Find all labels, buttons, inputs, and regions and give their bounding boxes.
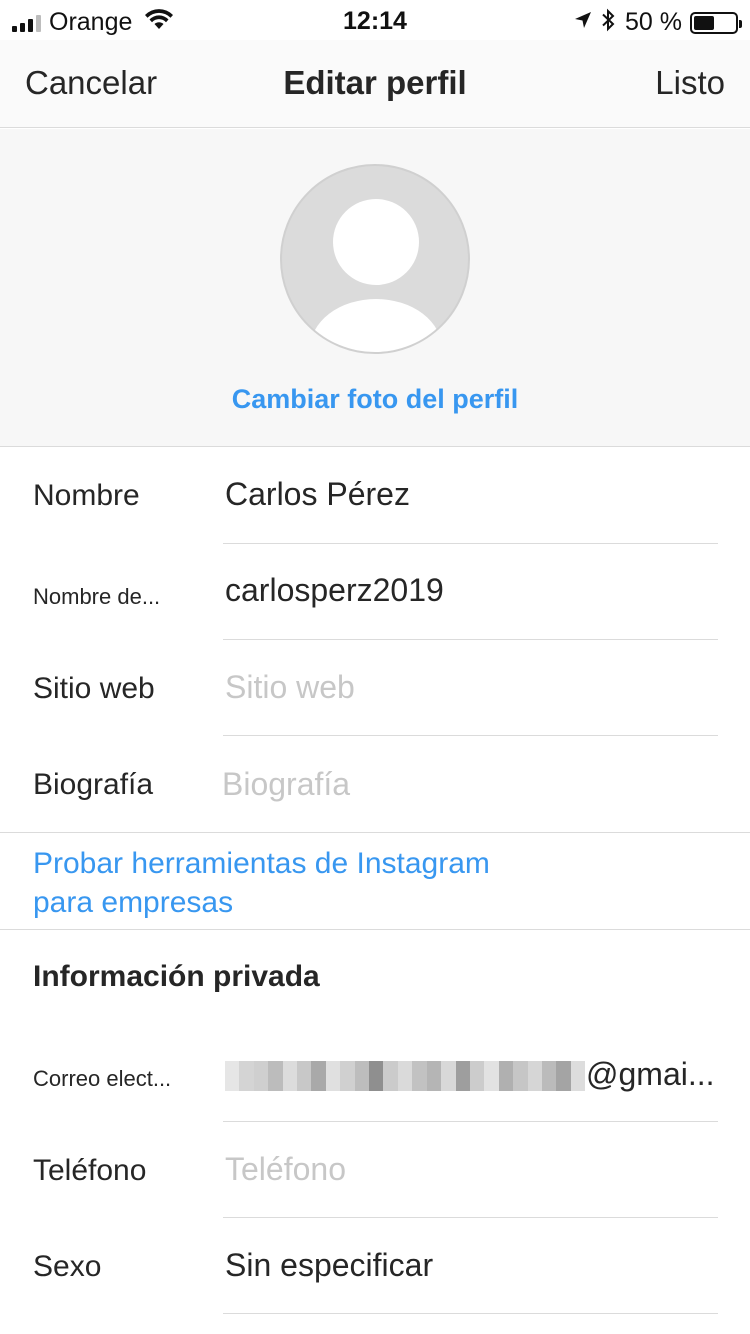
nav-bar: Cancelar Editar perfil Listo	[0, 40, 750, 128]
gender-select[interactable]: Sin especificar	[225, 1247, 433, 1284]
bluetooth-icon	[601, 8, 615, 37]
bio-label: Biografía	[33, 768, 154, 801]
done-button[interactable]: Listo	[655, 64, 725, 102]
phone-row: Teléfono Teléfono	[0, 1122, 750, 1218]
avatar-head-shape	[333, 199, 419, 285]
phone-input[interactable]: Teléfono	[225, 1151, 346, 1188]
email-row: Correo elect... @gmai...	[0, 1026, 750, 1122]
section-divider	[0, 929, 750, 930]
gender-row: Sexo Sin especificar	[0, 1218, 750, 1314]
email-redacted-pixels[interactable]	[225, 1061, 586, 1091]
battery-icon	[690, 11, 742, 34]
name-label: Nombre	[33, 479, 140, 512]
status-bar: Orange 12:14 50 %	[0, 0, 750, 40]
bio-input[interactable]: Biografía	[222, 766, 350, 803]
website-label: Sitio web	[33, 672, 155, 705]
phone-label: Teléfono	[33, 1154, 147, 1187]
private-info-title: Información privada	[33, 960, 320, 993]
website-input[interactable]: Sitio web	[225, 669, 355, 706]
profile-photo-section: Cambiar foto del perfil	[0, 129, 750, 447]
avatar-body-shape	[310, 299, 442, 352]
location-arrow-icon	[573, 10, 593, 35]
business-tools-link[interactable]: Probar herramientas de Instagram para em…	[33, 844, 490, 922]
username-label: Nombre de...	[33, 584, 161, 609]
gender-label: Sexo	[33, 1250, 102, 1283]
email-input[interactable]: @gmai...	[586, 1056, 715, 1093]
website-row: Sitio web Sitio web	[0, 640, 750, 736]
bio-row: Biografía Biografía	[0, 736, 750, 832]
username-input[interactable]: carlosperz2019	[225, 572, 444, 609]
gender-underline	[223, 1313, 718, 1314]
section-divider	[0, 832, 750, 833]
business-tools-link-line1: Probar herramientas de Instagram	[33, 847, 490, 880]
battery-fill	[694, 15, 714, 30]
business-tools-link-line2: para empresas	[33, 886, 234, 919]
change-photo-button[interactable]: Cambiar foto del perfil	[0, 384, 750, 415]
avatar[interactable]	[280, 164, 470, 354]
status-bar-right: 50 %	[573, 8, 742, 37]
name-input[interactable]: Carlos Pérez	[225, 476, 410, 513]
name-row: Nombre Carlos Pérez	[0, 448, 750, 544]
username-row: Nombre de... carlosperz2019	[0, 544, 750, 640]
battery-percent: 50 %	[625, 8, 682, 36]
page-title: Editar perfil	[283, 64, 467, 101]
email-label: Correo elect...	[33, 1066, 172, 1091]
